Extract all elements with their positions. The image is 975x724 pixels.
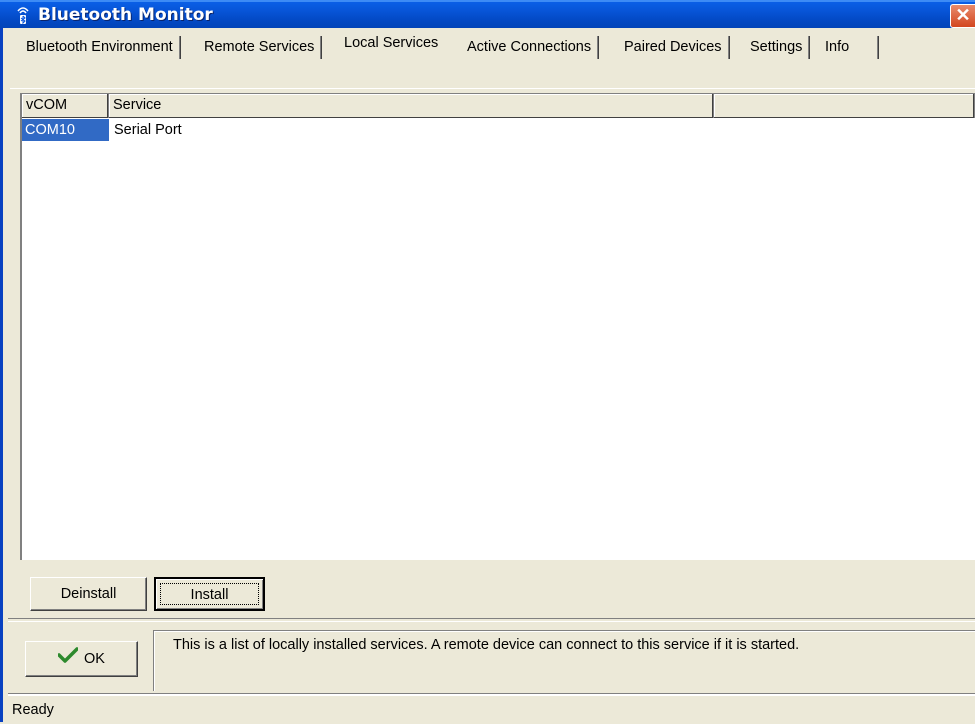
table-row[interactable]: COM10 Serial Port (22, 119, 622, 141)
install-button[interactable]: Install (154, 577, 265, 611)
status-text: Ready (12, 702, 54, 718)
deinstall-button[interactable]: Deinstall (30, 577, 147, 611)
title-bar[interactable]: Bluetooth Monitor ✕ (0, 0, 975, 28)
tab-active-connections[interactable]: Active Connections (461, 36, 599, 59)
focus-rect (160, 583, 259, 605)
tab-bluetooth-environment[interactable]: Bluetooth Environment (20, 36, 180, 59)
window-title: Bluetooth Monitor (38, 5, 213, 25)
close-button[interactable]: ✕ (950, 4, 975, 28)
checkmark-icon (57, 642, 79, 676)
tab-info[interactable]: Info (819, 36, 878, 59)
info-text: This is a list of locally installed serv… (173, 637, 800, 653)
column-header-vcom[interactable]: vCOM (22, 94, 109, 118)
bluetooth-app-icon (14, 5, 32, 25)
row-service-cell: Serial Port (114, 122, 182, 138)
tab-underline (10, 88, 975, 89)
ok-label: OK (84, 651, 105, 667)
status-bar (8, 694, 975, 724)
tab-local-services[interactable]: Local Services (338, 31, 445, 59)
column-header-filler (714, 94, 975, 118)
tab-remote-services[interactable]: Remote Services (198, 36, 322, 59)
tab-settings[interactable]: Settings (744, 36, 810, 59)
close-icon: ✕ (955, 5, 971, 25)
separator (8, 618, 975, 622)
row-vcom-cell: COM10 (22, 119, 109, 141)
services-list[interactable]: vCOM Service COM10 Serial Port (20, 93, 975, 560)
deinstall-label: Deinstall (60, 586, 117, 602)
ok-button[interactable]: OK (25, 641, 138, 677)
column-header-service[interactable]: Service (109, 94, 714, 118)
tab-paired-devices[interactable]: Paired Devices (618, 36, 729, 59)
